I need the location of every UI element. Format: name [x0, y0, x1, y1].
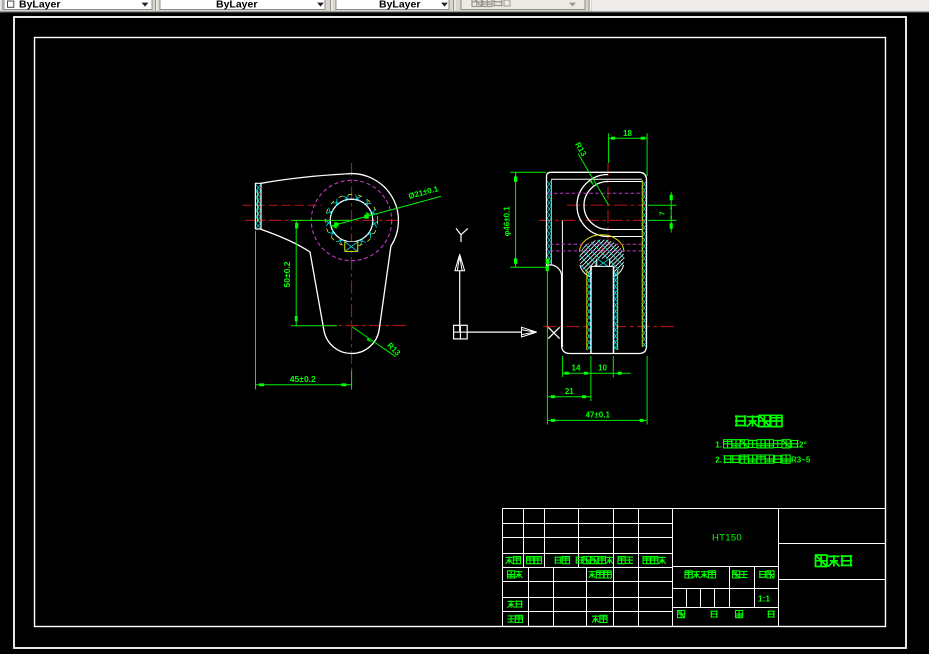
svg-text:R3~5: R3~5 [791, 456, 811, 465]
svg-text:φ46±0.1: φ46±0.1 [503, 206, 512, 237]
svg-text:ByLayer: ByLayer [379, 0, 420, 11]
svg-text:18: 18 [623, 129, 632, 138]
svg-text:HT150: HT150 [712, 533, 742, 544]
svg-text:21: 21 [565, 387, 574, 396]
svg-text:47±0.1: 47±0.1 [585, 411, 610, 420]
svg-text:ByLayer: ByLayer [19, 0, 60, 11]
svg-text:14: 14 [572, 364, 581, 373]
svg-text:1.: 1. [715, 440, 722, 449]
svg-text:50±0.2: 50±0.2 [282, 261, 292, 287]
svg-text:7: 7 [658, 211, 667, 215]
svg-text:45±0.2: 45±0.2 [290, 374, 316, 384]
svg-text:1:1: 1:1 [758, 594, 771, 604]
svg-text:2°: 2° [799, 440, 807, 449]
svg-text:10: 10 [598, 364, 607, 373]
svg-text:2.: 2. [715, 456, 722, 465]
svg-text:ByLayer: ByLayer [216, 0, 257, 11]
